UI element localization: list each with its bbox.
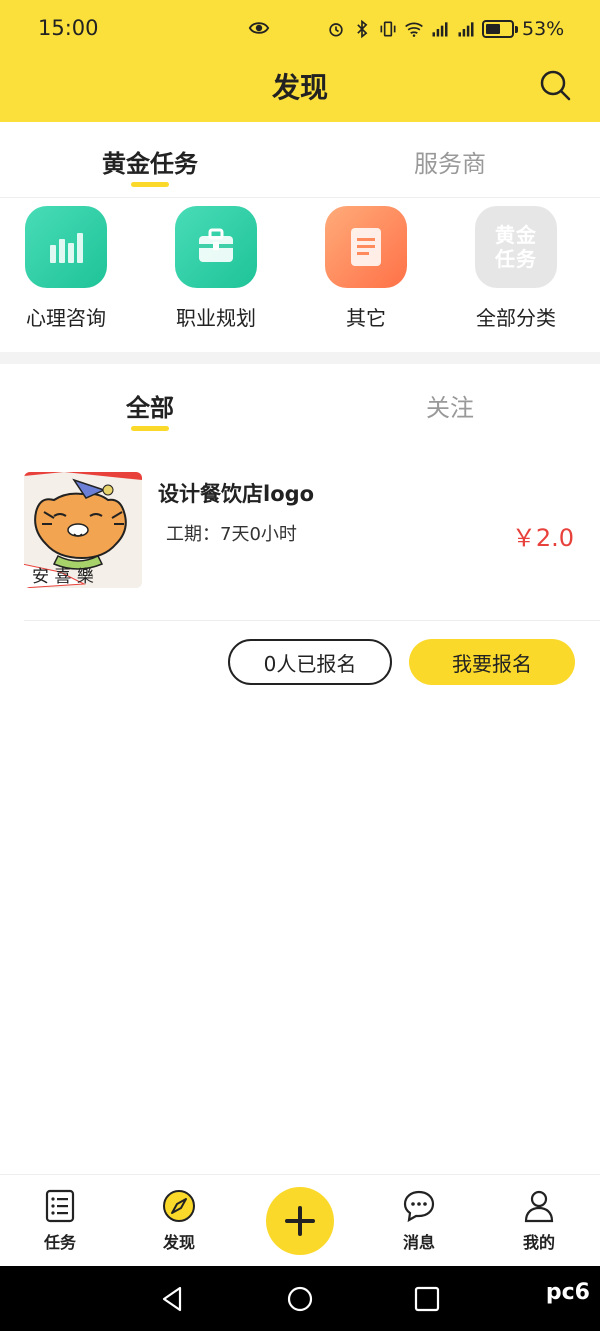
tab-underline <box>131 182 169 187</box>
signup-button[interactable]: 我要报名 <box>409 639 575 685</box>
all-categories-icon: 黄金任务 <box>475 206 557 288</box>
battery-percent: 53% <box>522 18 565 40</box>
category-label: 其它 <box>346 306 386 330</box>
category-all[interactable]: 黄金任务 全部分类 <box>441 206 591 331</box>
tiger-illustration: 安 喜 樂 <box>24 472 142 588</box>
tab-gold-tasks[interactable]: 黄金任务 <box>0 144 300 179</box>
add-button[interactable] <box>266 1187 334 1255</box>
category-psych[interactable]: 心理咨询 <box>0 206 141 331</box>
tab-all[interactable]: 全部 <box>0 388 300 423</box>
back-icon[interactable] <box>158 1284 188 1314</box>
nav-discover[interactable]: 发现 <box>139 1189 219 1253</box>
battery-icon <box>482 20 518 38</box>
bottom-nav: 任务 发现 消息 我的 <box>0 1174 600 1266</box>
home-icon[interactable] <box>285 1284 315 1314</box>
wifi-icon <box>405 22 423 37</box>
status-time: 15:00 <box>38 16 99 40</box>
document-icon <box>325 206 407 288</box>
nav-messages[interactable]: 消息 <box>379 1189 459 1253</box>
nav-profile[interactable]: 我的 <box>499 1189 579 1253</box>
signal-4g-icon-2 <box>458 22 474 37</box>
task-title[interactable]: 设计餐饮店logo <box>158 478 314 508</box>
category-other[interactable]: 其它 <box>291 206 441 331</box>
all-categories-icon-text: 黄金任务 <box>495 223 537 271</box>
category-label: 职业规划 <box>176 306 256 330</box>
tab-following[interactable]: 关注 <box>300 388 600 423</box>
list-icon <box>45 1189 75 1223</box>
svg-text:安 喜 樂: 安 喜 樂 <box>32 567 94 587</box>
user-icon <box>524 1190 554 1223</box>
nav-label: 任务 <box>43 1233 76 1252</box>
status-icons: 53% <box>326 17 564 41</box>
watermark-logo: pc6 <box>545 1280 590 1305</box>
tab-underline <box>131 426 169 431</box>
nav-label: 我的 <box>522 1233 555 1252</box>
task-period: 工期：7天0小时 <box>166 524 297 545</box>
eye-icon <box>248 22 270 34</box>
search-icon[interactable] <box>538 68 572 102</box>
compass-icon <box>163 1190 195 1222</box>
nav-tasks[interactable]: 任务 <box>20 1189 100 1253</box>
section-divider <box>0 352 600 364</box>
card-divider <box>24 620 600 621</box>
category-label: 全部分类 <box>476 306 556 330</box>
chat-icon <box>403 1190 435 1223</box>
add-icon <box>285 1206 315 1236</box>
alarm-icon <box>329 23 343 37</box>
recents-icon[interactable] <box>412 1284 442 1314</box>
page-title: 发现 <box>271 71 328 104</box>
system-nav-bar: pc6 <box>0 1266 600 1331</box>
main-tabs: 黄金任务 服务商 <box>0 122 600 198</box>
nav-label: 消息 <box>402 1233 435 1252</box>
category-grid: 心理咨询 职业规划 其它 黄金任务 全部分类 <box>0 200 600 352</box>
task-thumbnail[interactable]: 安 喜 樂 <box>24 472 142 588</box>
status-bar: 15:00 53% <box>0 0 600 58</box>
app-header: 15:00 53% 发现 <box>0 0 600 122</box>
nav-label: 发现 <box>162 1233 195 1252</box>
bar-chart-icon <box>25 206 107 288</box>
bluetooth-icon <box>357 19 368 39</box>
category-career[interactable]: 职业规划 <box>141 206 291 331</box>
vibrate-icon <box>380 21 396 37</box>
task-card[interactable]: 安 喜 樂 设计餐饮店logo 工期：7天0小时 ￥2.0 0人已报名 我要报名 <box>0 460 600 700</box>
task-price: ￥2.0 <box>511 524 574 552</box>
signal-4g-icon <box>432 22 448 37</box>
category-label: 心理咨询 <box>26 306 106 330</box>
signup-count-button[interactable]: 0人已报名 <box>228 639 392 685</box>
tab-service-providers[interactable]: 服务商 <box>300 144 600 179</box>
sub-tabs: 全部 关注 <box>0 364 600 444</box>
briefcase-icon <box>175 206 257 288</box>
